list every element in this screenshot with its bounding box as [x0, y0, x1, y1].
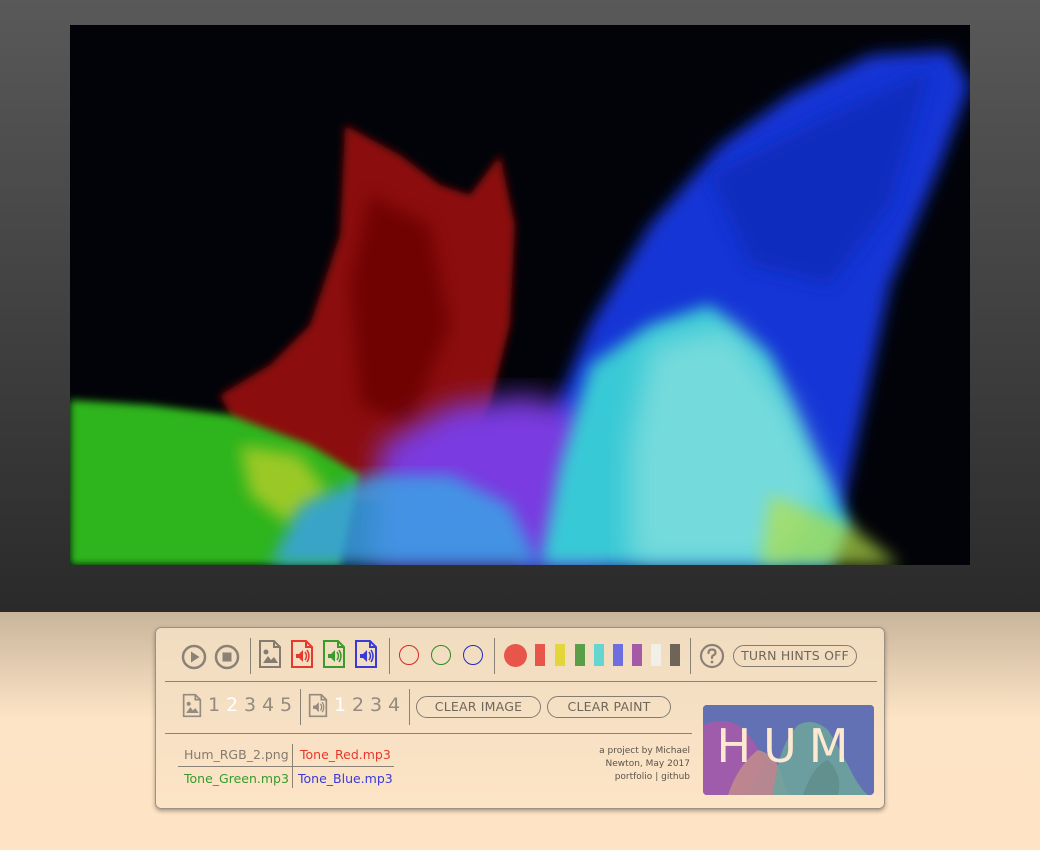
- blue-audio-file-name: Tone_Blue.mp3: [298, 771, 393, 786]
- color-swatch-cyan[interactable]: [594, 644, 604, 666]
- link-separator: |: [655, 772, 659, 782]
- audio-file-icon-green[interactable]: [322, 639, 346, 673]
- green-audio-file-name: Tone_Green.mp3: [184, 771, 289, 786]
- image-preset-icon: [182, 693, 202, 722]
- file-grid-divider: [178, 766, 394, 767]
- divider: [389, 638, 390, 674]
- divider: [409, 689, 410, 725]
- image-file-name: Hum_RGB_2.png: [184, 747, 289, 762]
- logo-text: HUM: [716, 719, 861, 773]
- paint-dot-swatch[interactable]: [504, 644, 527, 667]
- image-file-icon[interactable]: [258, 639, 282, 673]
- turn-hints-off-button[interactable]: TURN HINTS OFF: [733, 645, 857, 667]
- audio-file-icon-red[interactable]: [290, 639, 314, 673]
- divider: [300, 689, 301, 725]
- color-swatch-red[interactable]: [535, 644, 545, 666]
- credit-line-1: a project by Michael: [599, 746, 690, 756]
- file-grid-divider: [292, 744, 293, 788]
- color-swatch-yellow[interactable]: [555, 644, 565, 666]
- image-preset-3[interactable]: 3: [244, 694, 256, 716]
- divider: [690, 638, 691, 674]
- blue-brush-ring[interactable]: [463, 645, 483, 665]
- hum-logo: HUM: [703, 705, 874, 795]
- audio-preset-4[interactable]: 4: [388, 694, 400, 716]
- red-audio-file-name: Tone_Red.mp3: [300, 747, 391, 762]
- github-link[interactable]: github: [661, 772, 690, 782]
- stop-icon[interactable]: [214, 644, 240, 674]
- color-swatch-purple[interactable]: [632, 644, 642, 666]
- image-preset-4[interactable]: 4: [262, 694, 274, 716]
- image-preset-1[interactable]: 1: [208, 694, 220, 716]
- divider: [250, 638, 251, 674]
- paint-canvas[interactable]: [70, 25, 970, 565]
- portfolio-link[interactable]: portfolio: [615, 772, 653, 782]
- audio-preset-3[interactable]: 3: [370, 694, 382, 716]
- audio-file-icon-blue[interactable]: [354, 639, 378, 673]
- play-icon[interactable]: [181, 644, 207, 674]
- credit-links: portfolio | github: [560, 772, 690, 782]
- clear-image-button[interactable]: CLEAR IMAGE: [416, 696, 541, 718]
- image-preset-2[interactable]: 2: [226, 694, 238, 716]
- audio-preset-1[interactable]: 1: [334, 694, 346, 716]
- audio-preset-icon: [308, 693, 328, 722]
- color-swatch-brown[interactable]: [670, 644, 680, 666]
- color-swatch-green[interactable]: [575, 644, 585, 666]
- display-area: [0, 0, 1040, 612]
- red-brush-ring[interactable]: [399, 645, 419, 665]
- clear-paint-button[interactable]: CLEAR PAINT: [547, 696, 671, 718]
- divider: [494, 638, 495, 674]
- row-divider: [165, 681, 877, 682]
- canvas-artwork: [70, 25, 970, 565]
- credit-line-2: Newton, May 2017: [605, 759, 690, 769]
- image-preset-5[interactable]: 5: [280, 694, 292, 716]
- help-icon[interactable]: [699, 643, 725, 673]
- color-swatch-blue[interactable]: [613, 644, 623, 666]
- color-swatch-white[interactable]: [651, 644, 661, 666]
- green-brush-ring[interactable]: [431, 645, 451, 665]
- audio-preset-2[interactable]: 2: [352, 694, 364, 716]
- row-divider: [165, 733, 692, 734]
